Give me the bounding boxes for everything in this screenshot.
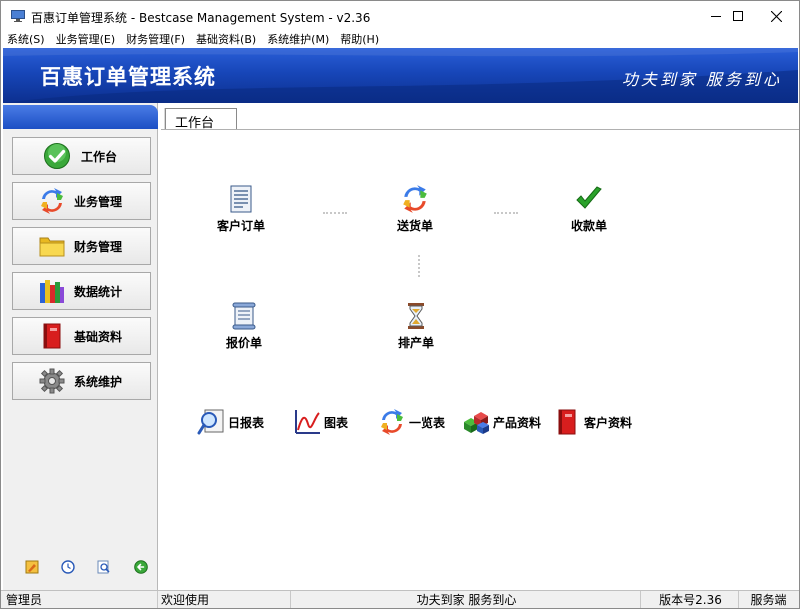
- status-bar: 管理员 欢迎使用 功夫到家 服务到心 版本号2.36 服务端: [1, 590, 799, 608]
- hourglass-icon: [400, 301, 432, 331]
- sidebar-item-statistics[interactable]: 数据统计: [12, 272, 151, 310]
- status-version: 版本号2.36: [643, 591, 739, 608]
- red-book-icon: [38, 322, 66, 350]
- close-icon: [770, 10, 782, 22]
- quotation-label: 报价单: [226, 336, 263, 350]
- sidebar-footer: [3, 559, 158, 579]
- gear-icon: [38, 367, 66, 395]
- sidebar-item-workbench[interactable]: 工作台: [12, 137, 151, 175]
- product-info-label: 产品资料: [493, 415, 542, 430]
- daily-report-link[interactable]: 日报表: [196, 405, 264, 439]
- customer-info-link[interactable]: 客户资料: [552, 405, 632, 439]
- red-book-icon: [552, 407, 582, 437]
- status-slogan: 功夫到家 服务到心: [293, 591, 641, 608]
- close-button[interactable]: [753, 1, 799, 31]
- production-link[interactable]: 排产单: [398, 301, 434, 351]
- line-chart-icon: [292, 407, 322, 437]
- sidebar-item-finance[interactable]: 财务管理: [12, 227, 151, 265]
- sidebar-item-label: 系统维护: [74, 374, 123, 389]
- flow-connector: [323, 212, 347, 216]
- chart-link[interactable]: 图表: [292, 405, 348, 439]
- app-window: 百惠订单管理系统 - Bestcase Management System - …: [0, 0, 800, 609]
- status-mode: 服务端: [750, 593, 787, 607]
- preview-icon[interactable]: [96, 559, 112, 575]
- sidebar-item-basic-data[interactable]: 基础资料: [12, 317, 151, 355]
- folder-icon: [38, 232, 66, 260]
- magnifier-icon: [196, 407, 226, 437]
- check-icon: [43, 142, 71, 170]
- sidebar-item-label: 财务管理: [74, 239, 123, 254]
- menu-help[interactable]: 帮助(H): [334, 31, 384, 48]
- receipt-link[interactable]: 收款单: [571, 184, 607, 234]
- receipt-label: 收款单: [571, 219, 608, 233]
- banner-title: 百惠订单管理系统: [40, 65, 216, 89]
- status-welcome: 欢迎使用: [161, 591, 291, 608]
- menu-finance[interactable]: 财务管理(F): [120, 31, 190, 48]
- product-info-link[interactable]: 产品资料: [461, 405, 541, 439]
- back-arrow-icon[interactable]: [133, 559, 149, 575]
- cycle-arrows-icon: [38, 187, 66, 215]
- quotation-link[interactable]: 报价单: [226, 301, 262, 351]
- menu-bar: 系统(S) 业务管理(E) 财务管理(F) 基础资料(B) 系统维护(M) 帮助…: [1, 31, 799, 48]
- sidebar-item-label: 工作台: [81, 149, 118, 164]
- sidebar-item-label: 基础资料: [74, 329, 123, 344]
- status-user: 管理员: [6, 591, 158, 608]
- flow-connector: [494, 212, 518, 216]
- cycle-arrows-icon: [399, 184, 431, 214]
- title-bar: 百惠订单管理系统 - Bestcase Management System - …: [1, 1, 799, 31]
- books-icon: [38, 277, 66, 305]
- delivery-note-link[interactable]: 送货单: [397, 184, 433, 234]
- overview-label: 一览表: [409, 415, 446, 430]
- menu-business[interactable]: 业务管理(E): [50, 31, 121, 48]
- blocks-icon: [461, 407, 491, 437]
- cycle-arrows-icon: [377, 407, 407, 437]
- clock-icon[interactable]: [60, 559, 76, 575]
- daily-report-label: 日报表: [228, 415, 265, 430]
- maximize-icon: [733, 11, 743, 21]
- sidebar-item-label: 数据统计: [74, 284, 123, 299]
- document-icon: [225, 184, 257, 214]
- header-banner: 百惠订单管理系统 功夫到家 服务到心: [3, 48, 798, 103]
- checkmark-icon: [573, 184, 605, 214]
- window-title: 百惠订单管理系统 - Bestcase Management System - …: [31, 11, 371, 25]
- menu-system[interactable]: 系统(S): [1, 31, 50, 48]
- sidebar: 工作台 业务管理 财务管理 数据统计 基础资料 系统维护: [3, 103, 158, 590]
- scroll-icon: [228, 301, 260, 331]
- tab-workbench[interactable]: 工作台: [165, 108, 237, 131]
- sidebar-item-label: 业务管理: [74, 194, 123, 209]
- flow-connector-vertical: [418, 255, 422, 277]
- sidebar-header: [3, 105, 158, 129]
- sidebar-item-maintenance[interactable]: 系统维护: [12, 362, 151, 400]
- pencil-icon[interactable]: [24, 559, 40, 575]
- chart-label: 图表: [324, 415, 349, 430]
- menu-maintenance[interactable]: 系统维护(M): [261, 31, 334, 48]
- tab-divider: [161, 129, 799, 130]
- production-label: 排产单: [398, 336, 435, 350]
- overview-link[interactable]: 一览表: [377, 405, 445, 439]
- delivery-note-label: 送货单: [397, 219, 434, 233]
- menu-basic-data[interactable]: 基础资料(B): [190, 31, 261, 48]
- customer-info-label: 客户资料: [584, 415, 633, 430]
- customer-order-link[interactable]: 客户订单: [217, 184, 265, 234]
- sidebar-item-business[interactable]: 业务管理: [12, 182, 151, 220]
- app-icon: [11, 10, 25, 22]
- customer-order-label: 客户订单: [217, 219, 266, 233]
- banner-slogan: 功夫到家 服务到心: [621, 70, 782, 89]
